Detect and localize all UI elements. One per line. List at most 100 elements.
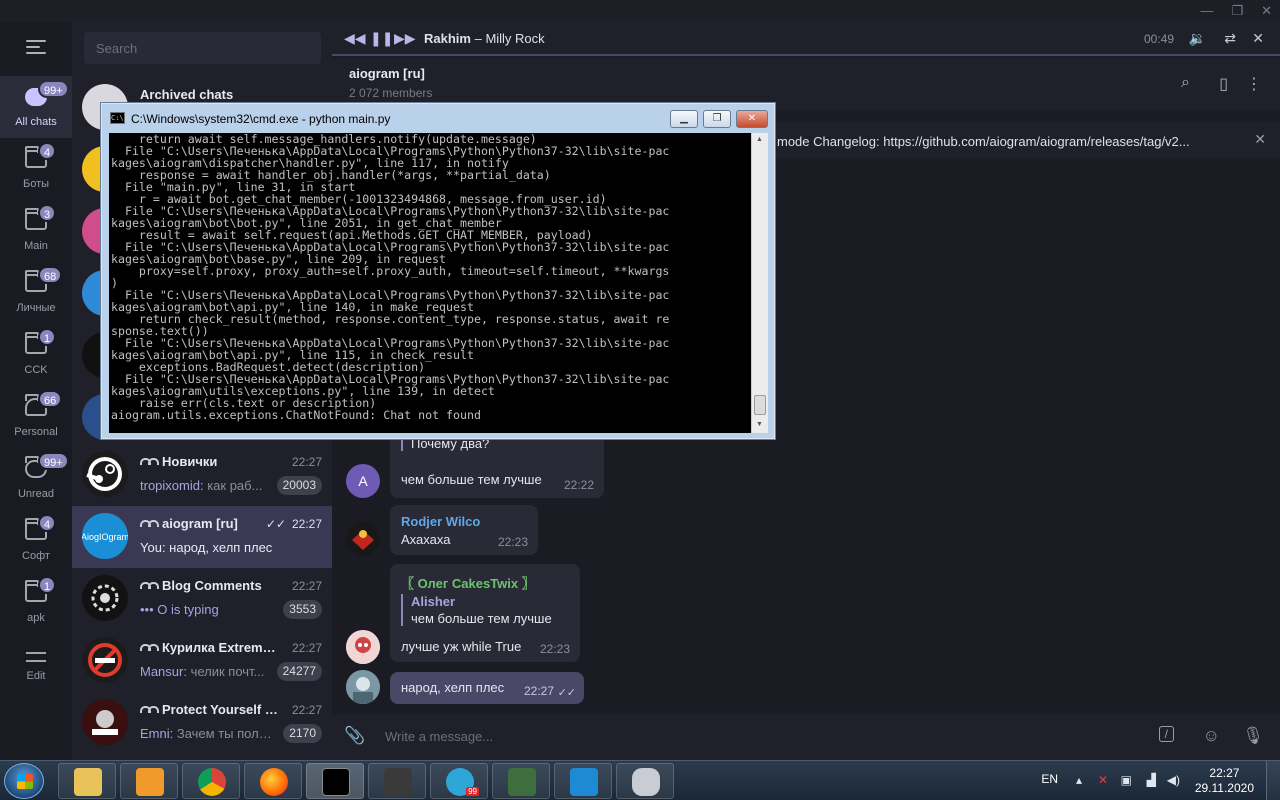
sender-avatar[interactable]: A xyxy=(346,464,380,498)
sidebar-toggle-icon[interactable]: ▯ xyxy=(1219,74,1228,94)
system-clock[interactable]: 22:27 29.11.2020 xyxy=(1195,766,1254,796)
microphone-icon[interactable]: 🎙 xyxy=(1242,726,1264,746)
language-indicator[interactable]: EN xyxy=(1041,772,1058,786)
protect-avatar xyxy=(82,699,128,745)
chat-time: 22:27 xyxy=(291,455,322,469)
folder-label: apk xyxy=(27,612,45,624)
telegram-titlebar: — ❐ ✕ xyxy=(0,0,1280,22)
folder-apk[interactable]: 1 apk xyxy=(0,572,72,634)
media-player-icon xyxy=(136,768,164,796)
chat-item-protect-yourself[interactable]: Protect Yourself C... 22:27 Emni: Зачем … xyxy=(72,692,332,754)
message-text: народ, хелп плес xyxy=(401,680,505,695)
database-icon xyxy=(632,768,660,796)
folder-боты[interactable]: 4 Боты xyxy=(0,138,72,200)
folder-unread[interactable]: 99+ Unread xyxy=(0,448,72,510)
chrome-icon xyxy=(198,768,226,796)
cmd-icon: C:\ xyxy=(110,112,125,124)
scroll-up-icon[interactable]: ▲ xyxy=(756,136,763,143)
start-button[interactable] xyxy=(4,763,44,799)
cmd-title: C:\Windows\system32\cmd.exe - python mai… xyxy=(131,112,391,126)
signal-icon[interactable]: ▟ xyxy=(1147,773,1156,787)
close-window-button[interactable]: ✕ xyxy=(1261,3,1272,19)
message-input[interactable]: Write a message... xyxy=(385,729,493,744)
folder-badge: 1 xyxy=(38,328,57,346)
next-track-icon[interactable]: ▶▶ xyxy=(394,30,416,47)
blog-avatar xyxy=(82,575,128,621)
cmd-maximize-button[interactable]: ❐ xyxy=(703,110,731,128)
cmd-taskbar-button[interactable] xyxy=(306,763,364,799)
folder-софт[interactable]: 4 Софт xyxy=(0,510,72,572)
chat-item-aiogram[interactable]: AiogIOgram aiogram [ru] ✓✓ 22:27 You: нар… xyxy=(72,506,332,568)
firefox-icon xyxy=(260,768,288,796)
repeat-icon[interactable]: ⇄ xyxy=(1224,30,1236,47)
folder-label: CCK xyxy=(24,364,48,376)
volume-icon[interactable]: ◀) xyxy=(1167,773,1180,787)
file-explorer-button[interactable] xyxy=(58,763,116,799)
search-input[interactable]: Search xyxy=(84,32,321,64)
folder-label: Personal xyxy=(14,426,58,438)
terminal-button[interactable] xyxy=(368,763,426,799)
vscode-button[interactable] xyxy=(554,763,612,799)
database-button[interactable] xyxy=(616,763,674,799)
folder-cck[interactable]: 1 CCK xyxy=(0,324,72,386)
svg-text:AiogIOgram: AiogIOgram xyxy=(82,532,128,542)
menu-icon[interactable] xyxy=(26,40,46,54)
network-warning-icon[interactable]: ✕ xyxy=(1098,773,1108,787)
cmd-window[interactable]: C:\ C:\Windows\system32\cmd.exe - python… xyxy=(100,102,776,440)
folder-main[interactable]: 3 Main xyxy=(0,200,72,262)
unread-badge: 3553 xyxy=(283,600,322,619)
folder-label: Личные xyxy=(16,302,56,314)
volume-icon[interactable]: 🔉 xyxy=(1189,30,1206,47)
media-player-button[interactable] xyxy=(120,763,178,799)
track-title[interactable]: Rakhim – Milly Rock xyxy=(424,31,545,46)
message-bubble[interactable]: Rodjer Wilco Ахахаха 22:23 xyxy=(390,505,538,555)
show-desktop-button[interactable] xyxy=(1266,761,1280,800)
folder-badge: 68 xyxy=(38,266,63,284)
bot-commands-icon[interactable]: / xyxy=(1158,726,1174,742)
folder-personal[interactable]: 66 Personal xyxy=(0,386,72,448)
chrome-button[interactable] xyxy=(182,763,240,799)
cmd-close-button[interactable]: ✕ xyxy=(736,110,768,128)
folder-label: Unread xyxy=(17,488,55,500)
console-scrollbar[interactable]: ▲ ▼ xyxy=(751,133,768,433)
chat-item-новички[interactable]: Новички 22:27 tropixomid: как раб... 200… xyxy=(72,444,332,506)
firefox-button[interactable] xyxy=(244,763,302,799)
close-player-icon[interactable]: ✕ xyxy=(1252,30,1264,47)
folder-личные[interactable]: 68 Личные xyxy=(0,262,72,324)
unread-badge: 24277 xyxy=(276,662,322,681)
sender-name[interactable]: Rodjer Wilco xyxy=(401,514,480,529)
minimize-button[interactable]: — xyxy=(1200,3,1213,19)
search-icon[interactable]: ⌕ xyxy=(1181,74,1190,92)
telegram-badge: 99 xyxy=(466,787,479,796)
task-manager-button[interactable] xyxy=(492,763,550,799)
reply-quote[interactable]: Alisher чем больше тем лучше xyxy=(401,594,552,626)
chat-item-blog-comments[interactable]: Blog Comments 22:27 ••• O is typing 3553 xyxy=(72,568,332,630)
cmd-minimize-button[interactable]: ▁ xyxy=(670,110,698,128)
chat-name: Новички xyxy=(140,454,280,469)
message-bubble[interactable]: 〖 Олег CakesTwix 〗 Alisher чем больше те… xyxy=(390,564,580,662)
telegram-button[interactable]: 99 xyxy=(430,763,488,799)
folder-all-chats[interactable]: 99+ All chats xyxy=(0,76,72,138)
unpin-icon[interactable]: ✕ xyxy=(1254,131,1266,148)
previous-track-icon[interactable]: ◀◀ xyxy=(344,30,366,47)
show-hidden-icons-icon[interactable]: ▴ xyxy=(1076,773,1082,787)
outgoing-message-bubble[interactable]: народ, хелп плес 22:27 ✓✓ xyxy=(390,672,584,704)
maximize-button[interactable]: ❐ xyxy=(1231,3,1243,19)
console-output[interactable]: return await self.message_handlers.notif… xyxy=(109,133,751,433)
pinned-text: mode Changelog: https://github.com/aiogr… xyxy=(777,134,1190,149)
own-avatar[interactable] xyxy=(346,670,380,704)
pause-icon[interactable]: ❚❚ xyxy=(370,30,393,47)
sender-avatar[interactable] xyxy=(346,630,380,664)
sender-name[interactable]: 〖 Олег CakesTwix 〗 xyxy=(401,573,535,592)
chat-preview: Mansur: челик почт... xyxy=(140,664,265,679)
scroll-down-icon[interactable]: ▼ xyxy=(756,421,763,428)
emoji-icon[interactable]: ☺ xyxy=(1203,726,1220,746)
more-icon[interactable]: ⋮ xyxy=(1246,74,1262,94)
usb-icon[interactable]: ▣ xyxy=(1121,773,1132,787)
sender-avatar[interactable] xyxy=(346,522,380,556)
scroll-thumb[interactable] xyxy=(754,395,766,415)
attach-icon[interactable]: 📎 xyxy=(344,726,365,746)
edit-folders-button[interactable]: Edit xyxy=(0,640,72,682)
taskbar: 99 EN ▴ ✕ ▣ ▟ ◀) 22:27 29.11.2020 xyxy=(0,760,1280,800)
chat-item-kurilka[interactable]: Курилка Extreme... 22:27 Mansur: челик п… xyxy=(72,630,332,692)
